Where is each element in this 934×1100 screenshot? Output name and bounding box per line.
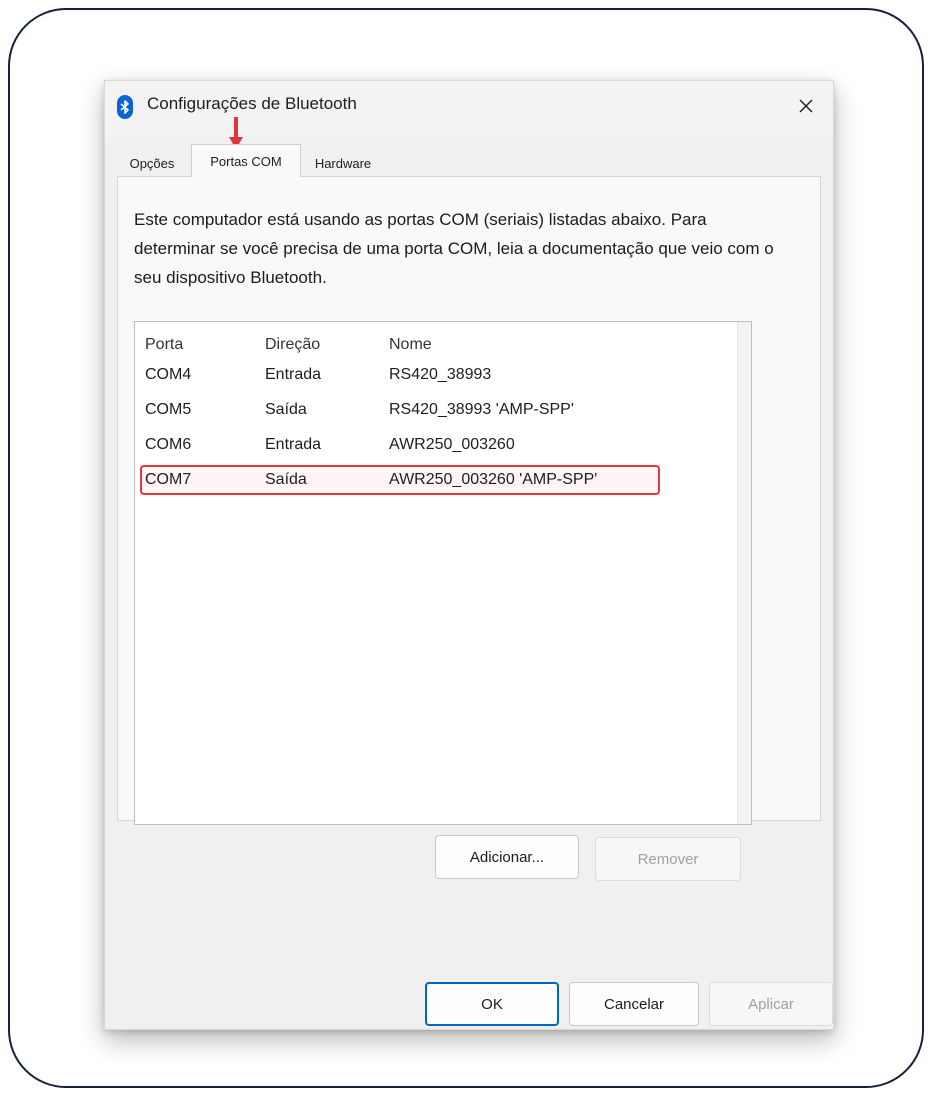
vertical-scrollbar[interactable] <box>737 322 751 824</box>
com-ports-list[interactable]: Porta Direção Nome COM4 Entrada RS420_38… <box>134 321 752 825</box>
apply-button: Aplicar <box>709 982 833 1026</box>
port-cell: COM6 <box>145 436 192 453</box>
column-header-direction[interactable]: Direção <box>265 336 320 354</box>
name-cell: RS420_38993 'AMP-SPP' <box>389 401 574 418</box>
tab-hardware[interactable]: Hardware <box>303 149 383 177</box>
title-bar: Configurações de Bluetooth <box>105 81 833 137</box>
column-header-name[interactable]: Nome <box>389 336 432 354</box>
panel-description: Este computador está usando as portas CO… <box>134 210 774 287</box>
direction-cell: Entrada <box>265 366 322 383</box>
cancel-button[interactable]: Cancelar <box>569 982 699 1026</box>
com-ports-panel: Este computador está usando as portas CO… <box>117 176 821 825</box>
window-title: Configurações de Bluetooth <box>147 94 357 113</box>
port-cell: COM4 <box>145 366 192 383</box>
column-header-port[interactable]: Porta <box>145 336 183 354</box>
name-cell: RS420_38993 <box>389 366 492 383</box>
direction-cell: Saída <box>265 401 307 418</box>
port-cell: COM5 <box>145 401 192 418</box>
list-item[interactable]: COM5 Saída RS420_38993 'AMP-SPP' <box>135 395 735 425</box>
close-button[interactable] <box>779 81 833 131</box>
bluetooth-settings-dialog: Configurações de Bluetooth Opções Portas… <box>104 80 834 1030</box>
close-icon <box>799 99 813 113</box>
tab-strip: Opções Portas COM Hardware <box>105 143 833 177</box>
bluetooth-icon <box>117 95 133 119</box>
tab-com-ports[interactable]: Portas COM <box>191 144 301 177</box>
name-cell: AWR250_003260 'AMP-SPP' <box>389 471 598 488</box>
direction-cell: Entrada <box>265 436 322 453</box>
list-header: Porta Direção Nome <box>135 330 735 360</box>
tab-options[interactable]: Opções <box>117 149 187 177</box>
port-cell: COM7 <box>145 471 192 488</box>
list-item[interactable]: COM4 Entrada RS420_38993 <box>135 360 735 390</box>
direction-cell: Saída <box>265 471 307 488</box>
list-item-highlighted[interactable]: COM7 Saída AWR250_003260 'AMP-SPP' <box>135 465 735 495</box>
name-cell: AWR250_003260 <box>389 436 515 453</box>
list-item[interactable]: COM6 Entrada AWR250_003260 <box>135 430 735 460</box>
ok-button[interactable]: OK <box>425 982 559 1026</box>
